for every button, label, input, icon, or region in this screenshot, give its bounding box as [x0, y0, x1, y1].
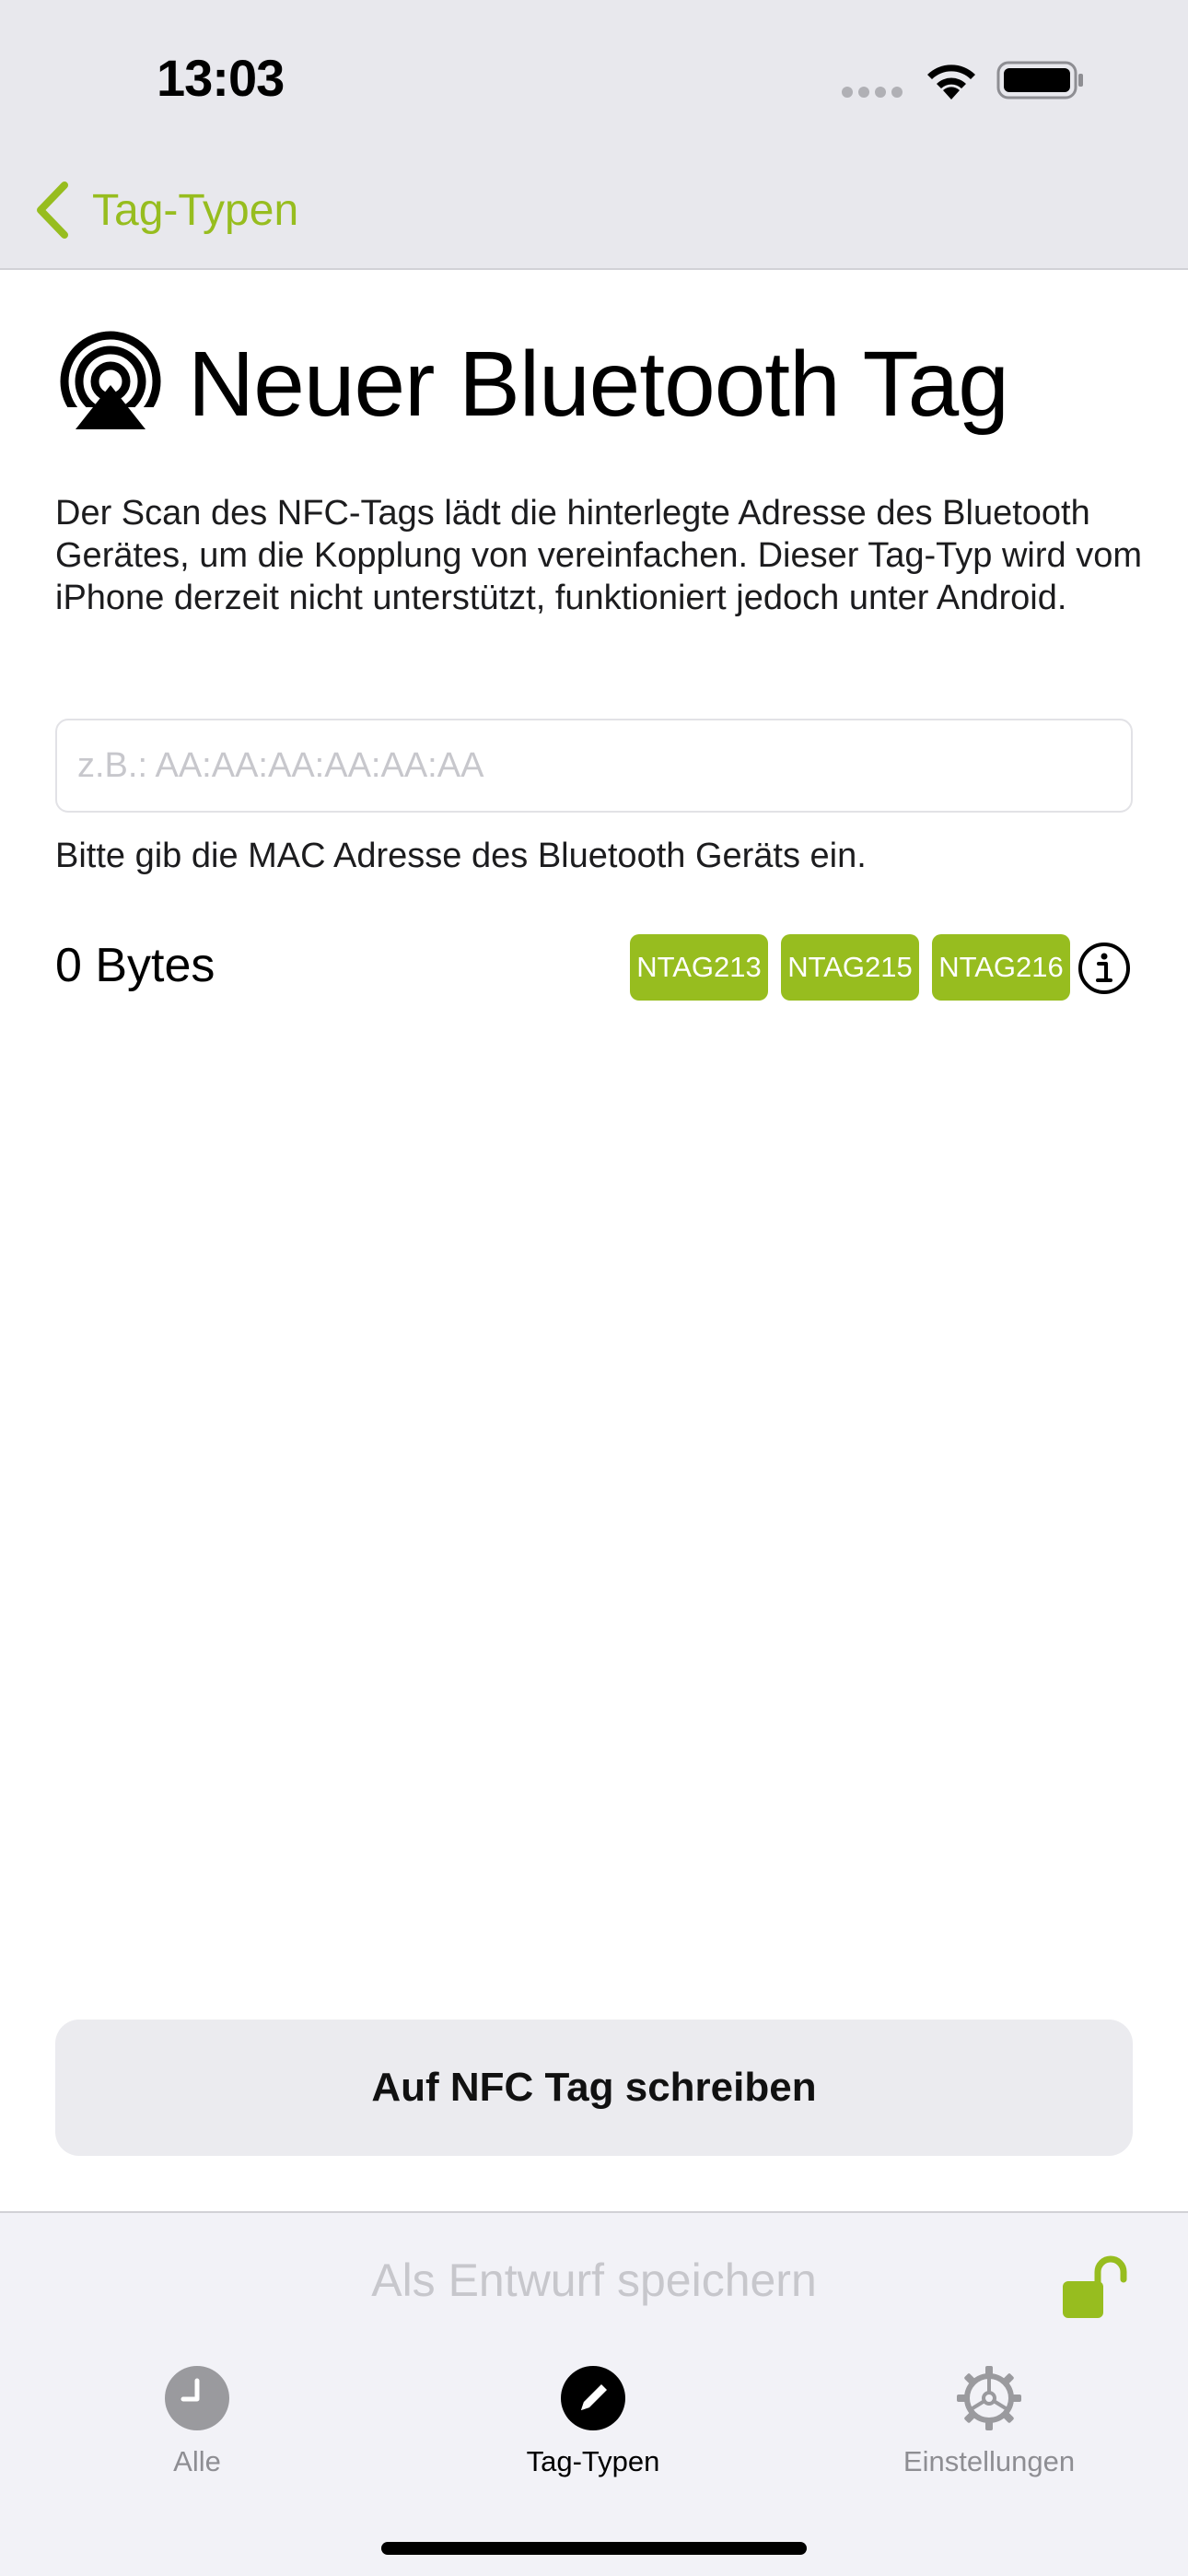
- write-nfc-button[interactable]: Auf NFC Tag schreiben: [55, 2020, 1133, 2156]
- tab-alle[interactable]: Alle: [77, 2364, 317, 2484]
- page-title: Neuer Bluetooth Tag: [188, 333, 1009, 436]
- status-time: 13:03: [157, 49, 285, 107]
- byte-count: 0 Bytes: [55, 939, 215, 992]
- cellular-signal-icon: [842, 87, 906, 98]
- save-draft-button[interactable]: Als Entwurf speichern: [0, 2254, 1188, 2320]
- tab-tag-typen-label: Tag-Typen: [526, 2445, 660, 2477]
- unlock-icon[interactable]: [1059, 2255, 1129, 2320]
- page-description: Der Scan des NFC-Tags lädt die hinterleg…: [55, 494, 1143, 617]
- chip-ntag213: NTAG213: [630, 934, 768, 1001]
- wifi-icon: [927, 64, 975, 100]
- mac-address-input[interactable]: [55, 719, 1133, 813]
- battery-icon: [996, 61, 1083, 100]
- clock-icon: [165, 2366, 229, 2430]
- tab-tag-typen[interactable]: Tag-Typen: [473, 2364, 713, 2484]
- bluetooth-broadcast-icon: [60, 331, 161, 431]
- gear-icon: [957, 2366, 1021, 2430]
- tab-einstellungen-label: Einstellungen: [903, 2445, 1076, 2477]
- mac-address-hint: Bitte gib die MAC Adresse des Bluetooth …: [55, 837, 867, 875]
- tab-alle-label: Alle: [173, 2445, 221, 2477]
- info-icon[interactable]: [1077, 942, 1131, 995]
- chevron-left-icon: [37, 181, 68, 239]
- tag-compatibility-chips: NTAG213 NTAG215 NTAG216: [630, 934, 1070, 1001]
- back-button-label: Tag-Typen: [92, 185, 299, 235]
- chip-ntag215: NTAG215: [781, 934, 919, 1001]
- home-indicator: [381, 2542, 807, 2555]
- chip-ntag216: NTAG216: [932, 934, 1070, 1001]
- back-button[interactable]: Tag-Typen: [33, 181, 298, 240]
- tab-einstellungen[interactable]: Einstellungen: [869, 2364, 1109, 2484]
- pencil-icon: [561, 2366, 625, 2430]
